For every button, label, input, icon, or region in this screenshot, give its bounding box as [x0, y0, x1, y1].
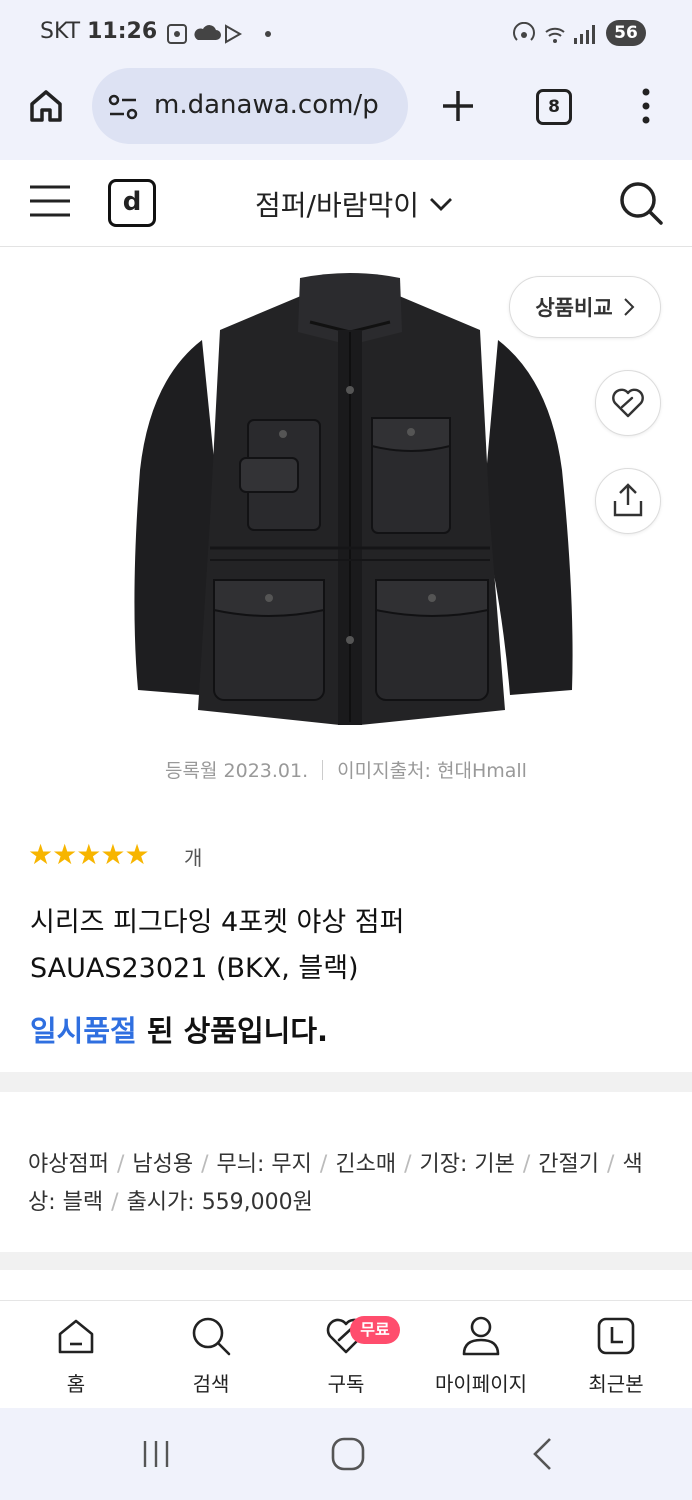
soldout-notice: 일시품절 된 상품입니다.: [30, 1008, 328, 1050]
battery-indicator: 56: [606, 20, 646, 46]
back-button[interactable]: [530, 1436, 554, 1476]
search-icon: [620, 182, 663, 225]
spec-separator: /: [522, 1152, 531, 1177]
share-button[interactable]: [595, 468, 661, 534]
home-icon: [58, 1319, 94, 1354]
product-title-line2: SAUAS23021 (BKX, 블랙): [30, 953, 359, 984]
clock-label: 11:26: [87, 19, 158, 44]
signal-icons: [512, 21, 598, 50]
category-dropdown[interactable]: 점퍼/바람막이: [255, 184, 454, 224]
nav-home-label: 홈: [66, 1372, 86, 1396]
spec-item: 야상점퍼: [28, 1152, 109, 1177]
image-meta: 등록월 2023.01. 이미지출처: 현대Hmall: [0, 756, 692, 783]
meta-divider: [322, 760, 324, 780]
nav-recent-label: 최근본: [588, 1372, 644, 1396]
chevron-right-icon: [623, 298, 635, 316]
product-image[interactable]: [110, 270, 590, 740]
site-settings-icon[interactable]: [108, 92, 140, 126]
spec-item: 남성용: [132, 1152, 194, 1177]
compare-label: 상품비교: [535, 296, 613, 320]
spec-separator: /: [111, 1190, 119, 1215]
section-divider: [0, 1252, 692, 1270]
free-badge: 무료: [350, 1316, 400, 1344]
search-button[interactable]: [618, 180, 664, 230]
registration-date: 등록월 2023.01.: [165, 760, 309, 782]
nav-search[interactable]: 검색: [151, 1310, 271, 1400]
circle-home-icon: [331, 1437, 365, 1471]
star-icon: ★: [100, 838, 125, 871]
spec-item: 기장: 기본: [419, 1152, 515, 1177]
star-icon: ★: [52, 838, 77, 871]
spec-separator: /: [201, 1152, 209, 1177]
tab-switcher-button[interactable]: 8: [536, 89, 572, 125]
star-icon: ★: [124, 838, 149, 871]
home-icon: [30, 90, 62, 122]
browser-menu-button[interactable]: [640, 88, 652, 128]
status-time: SKT 11:26: [40, 19, 157, 44]
recent-apps-button[interactable]: [140, 1438, 172, 1474]
new-tab-button[interactable]: [440, 88, 476, 128]
chevron-down-icon: [429, 198, 452, 211]
clock-icon: [597, 1317, 635, 1355]
category-label: 점퍼/바람막이: [255, 189, 419, 222]
star-icon: ★: [76, 838, 101, 871]
nav-recent[interactable]: 최근본: [556, 1310, 676, 1400]
spec-item: 출시가: 559,000원: [126, 1190, 313, 1215]
wishlist-button[interactable]: [595, 370, 661, 436]
notification-icons: [166, 22, 276, 50]
back-chevron-icon: [533, 1438, 551, 1470]
home-system-button[interactable]: [330, 1436, 366, 1476]
soldout-highlight: 일시품절: [30, 1014, 137, 1048]
carrier-label: SKT: [40, 19, 81, 44]
compare-products-button[interactable]: 상품비교: [509, 276, 661, 338]
section-divider: [0, 1072, 692, 1092]
danawa-logo[interactable]: d: [108, 179, 156, 227]
spec-item: 무늬: 무지: [216, 1152, 312, 1177]
heart-icon: [612, 388, 644, 418]
menu-icon: [30, 185, 70, 217]
soldout-text: 된 상품입니다.: [136, 1014, 329, 1048]
spec-item: 간절기: [538, 1152, 600, 1177]
star-icon: ★: [28, 838, 53, 871]
user-icon: [462, 1316, 500, 1356]
more-vert-icon: [642, 88, 650, 124]
product-specs: 야상점퍼 / 남성용 / 무늬: 무지 / 긴소매 / 기장: 기본 / 간절기 / 색상: 블랙 / 출시…: [28, 1146, 668, 1222]
recents-icon: [143, 1441, 169, 1467]
spec-separator: /: [404, 1152, 412, 1177]
nav-mypage-label: 마이페이지: [435, 1372, 527, 1396]
nav-search-label: 검색: [192, 1372, 230, 1396]
url-text[interactable]: m.danawa.com/p: [154, 90, 379, 120]
spec-item: 긴소매: [335, 1152, 397, 1177]
product-title: 시리즈 피그다잉 4포켓 야상 점퍼 SAUAS23021 (BKX, 블랙): [30, 900, 670, 992]
rating-stars[interactable]: ★★★★★: [28, 838, 150, 871]
product-title-line1: 시리즈 피그다잉 4포켓 야상 점퍼: [30, 907, 405, 938]
search-icon: [192, 1317, 231, 1356]
nav-subscribe-label: 구독: [327, 1372, 365, 1396]
image-source: 이미지출처: 현대Hmall: [337, 760, 527, 782]
plus-icon: [443, 91, 473, 121]
review-count-label: 개: [184, 846, 203, 870]
nav-home[interactable]: 홈: [16, 1310, 136, 1400]
browser-home-button[interactable]: [26, 86, 66, 126]
nav-mypage[interactable]: 마이페이지: [421, 1310, 541, 1400]
share-icon: [613, 483, 643, 517]
spec-separator: /: [319, 1152, 328, 1177]
spec-separator: /: [116, 1152, 125, 1177]
hamburger-menu-button[interactable]: [28, 184, 72, 222]
spec-separator: /: [607, 1152, 615, 1177]
